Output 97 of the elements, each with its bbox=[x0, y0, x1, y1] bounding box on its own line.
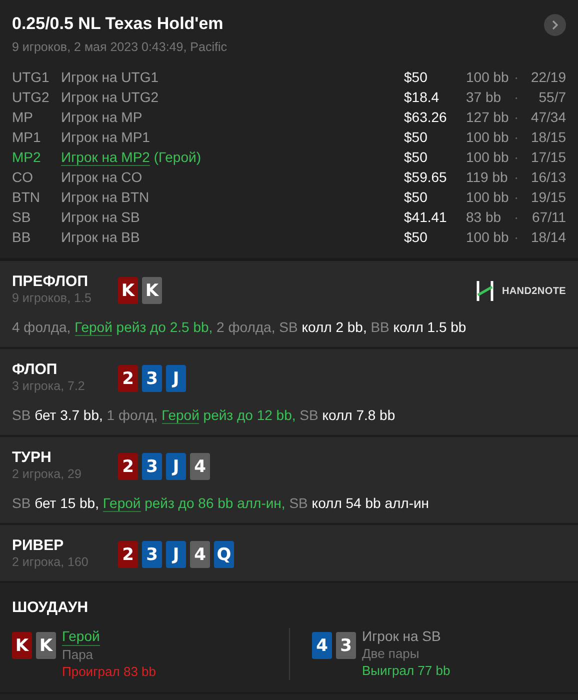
player-name: Игрок на UTG1 bbox=[61, 69, 159, 85]
player-stats: 55/7 bbox=[538, 88, 566, 106]
stack-bb: 127 bb bbox=[466, 108, 510, 126]
seat-position: UTG1 bbox=[12, 68, 50, 86]
street-name: ФЛОП bbox=[12, 361, 58, 378]
hand-rank: Две пары bbox=[362, 645, 420, 662]
stack-bb: 100 bb bbox=[466, 148, 510, 166]
playing-card: 2 bbox=[118, 453, 138, 480]
playing-card: 3 bbox=[142, 365, 162, 392]
action-line: SB бет 15 bb, Герой рейз до 86 bb алл-ин, SB колл 54 bb алл-ин bbox=[12, 495, 430, 511]
player-name: Игрок на MP1 bbox=[61, 129, 150, 145]
street-info: 2 игрока, 29 bbox=[12, 467, 82, 481]
player-stats: 18/14 bbox=[530, 228, 566, 246]
seat-position: MP2 bbox=[12, 148, 42, 166]
player-stats: 18/15 bbox=[530, 128, 566, 146]
seat-position: SB bbox=[12, 208, 32, 226]
playing-card: 4 bbox=[190, 541, 210, 568]
street-name: РИВЕР bbox=[12, 537, 65, 554]
dot-separator: · bbox=[514, 128, 520, 146]
chevron-right-icon bbox=[550, 20, 560, 30]
action-line: SB бет 3.7 bb, 1 фолд, Герой рейз до 12 bb, SB колл 7.8 bb bbox=[12, 407, 396, 423]
stack-bb: 100 bb bbox=[466, 68, 510, 86]
stack-amount: $50 bbox=[404, 128, 428, 146]
player-name: Игрок на BTN bbox=[61, 189, 150, 205]
stack-amount: $50 bbox=[404, 228, 428, 246]
hero-tag: (Герой) bbox=[150, 149, 201, 165]
stack-amount: $50 bbox=[404, 68, 428, 86]
playing-card: 4 bbox=[312, 632, 332, 659]
hand-subtitle: 9 игроков, 2 мая 2023 0:43:49, Pacific bbox=[12, 40, 228, 54]
seat-position: MP bbox=[12, 108, 34, 126]
player-stats: 16/13 bbox=[530, 168, 566, 186]
playing-card: 4 bbox=[190, 453, 210, 480]
logo-icon bbox=[476, 281, 494, 301]
hand-rank: Пара bbox=[62, 646, 94, 663]
stack-amount: $50 bbox=[404, 188, 428, 206]
seat-position: BTN bbox=[12, 188, 41, 206]
stack-bb: 37 bb bbox=[466, 88, 502, 106]
player-stats: 67/11 bbox=[531, 208, 566, 226]
stack-bb: 100 bb bbox=[466, 128, 510, 146]
player-name: Игрок на CO bbox=[61, 169, 142, 185]
stack-bb: 100 bb bbox=[466, 188, 510, 206]
playing-card: K bbox=[118, 277, 138, 304]
street-name: ТУРН bbox=[12, 449, 52, 466]
seat-position: BB bbox=[12, 228, 32, 246]
showdown-title: ШОУДАУН bbox=[12, 599, 90, 616]
stack-amount: $18.4 bbox=[404, 88, 440, 106]
playing-card: Q bbox=[214, 541, 234, 568]
stack-bb: 119 bb bbox=[466, 168, 509, 186]
player-stats: 17/15 bbox=[530, 148, 566, 166]
dot-separator: · bbox=[514, 88, 520, 106]
dot-separator: · bbox=[514, 208, 520, 226]
playing-card: 3 bbox=[336, 632, 356, 659]
playing-card: 3 bbox=[142, 541, 162, 568]
logo-text: HAND2NOTE bbox=[502, 286, 566, 296]
seat-position: UTG2 bbox=[12, 88, 50, 106]
player-name-link[interactable]: Герой bbox=[62, 628, 100, 646]
playing-card: K bbox=[142, 277, 162, 304]
seat-position: CO bbox=[12, 168, 34, 186]
action-line: 4 фолда, Герой рейз до 2.5 bb, 2 фолда, SB колл 2 bb, BB колл 1.5 bb bbox=[12, 319, 468, 335]
street-name: ПРЕФЛОП bbox=[12, 273, 89, 290]
dot-separator: · bbox=[514, 148, 520, 166]
playing-card: 2 bbox=[118, 541, 138, 568]
playing-card: 3 bbox=[142, 453, 162, 480]
player-stats: 47/34 bbox=[530, 108, 566, 126]
street-info: 9 игроков, 1.5 bbox=[12, 291, 92, 305]
playing-card: J bbox=[166, 541, 186, 568]
player-name: Игрок на SB bbox=[61, 209, 140, 225]
playing-card: J bbox=[166, 453, 186, 480]
stack-amount: $59.65 bbox=[404, 168, 448, 186]
dot-separator: · bbox=[514, 188, 520, 206]
hand-result: Выиграл 77 bb bbox=[362, 662, 450, 679]
player-name-link[interactable]: Игрок на MP2 bbox=[61, 149, 150, 166]
stack-amount: $50 bbox=[404, 148, 428, 166]
playing-card: K bbox=[12, 632, 32, 659]
player-name: Игрок на UTG2 bbox=[61, 89, 159, 105]
playing-card: K bbox=[36, 632, 56, 659]
player-name: Игрок на MP bbox=[61, 109, 142, 125]
stack-bb: 83 bb bbox=[466, 208, 502, 226]
player-stats: 22/19 bbox=[530, 68, 566, 86]
seat-position: MP1 bbox=[12, 128, 42, 146]
player-stats: 19/15 bbox=[530, 188, 566, 206]
dot-separator: · bbox=[514, 68, 520, 86]
next-button[interactable] bbox=[544, 14, 566, 36]
dot-separator: · bbox=[514, 228, 520, 246]
hand-result: Проиграл 83 bb bbox=[62, 663, 156, 680]
stack-amount: $41.41 bbox=[404, 208, 448, 226]
player-name: Игрок на BB bbox=[61, 229, 140, 245]
dot-separator: · bbox=[514, 108, 520, 126]
dot-separator: · bbox=[514, 168, 520, 186]
street-info: 3 игрока, 7.2 bbox=[12, 379, 86, 393]
stack-bb: 100 bb bbox=[466, 228, 510, 246]
playing-card: 2 bbox=[118, 365, 138, 392]
stack-amount: $63.26 bbox=[404, 108, 448, 126]
street-info: 2 игрока, 160 bbox=[12, 555, 90, 569]
hand-title: 0.25/0.5 NL Texas Hold'em bbox=[12, 14, 224, 34]
player-name: Игрок на SB bbox=[362, 628, 441, 645]
playing-card: J bbox=[166, 365, 186, 392]
